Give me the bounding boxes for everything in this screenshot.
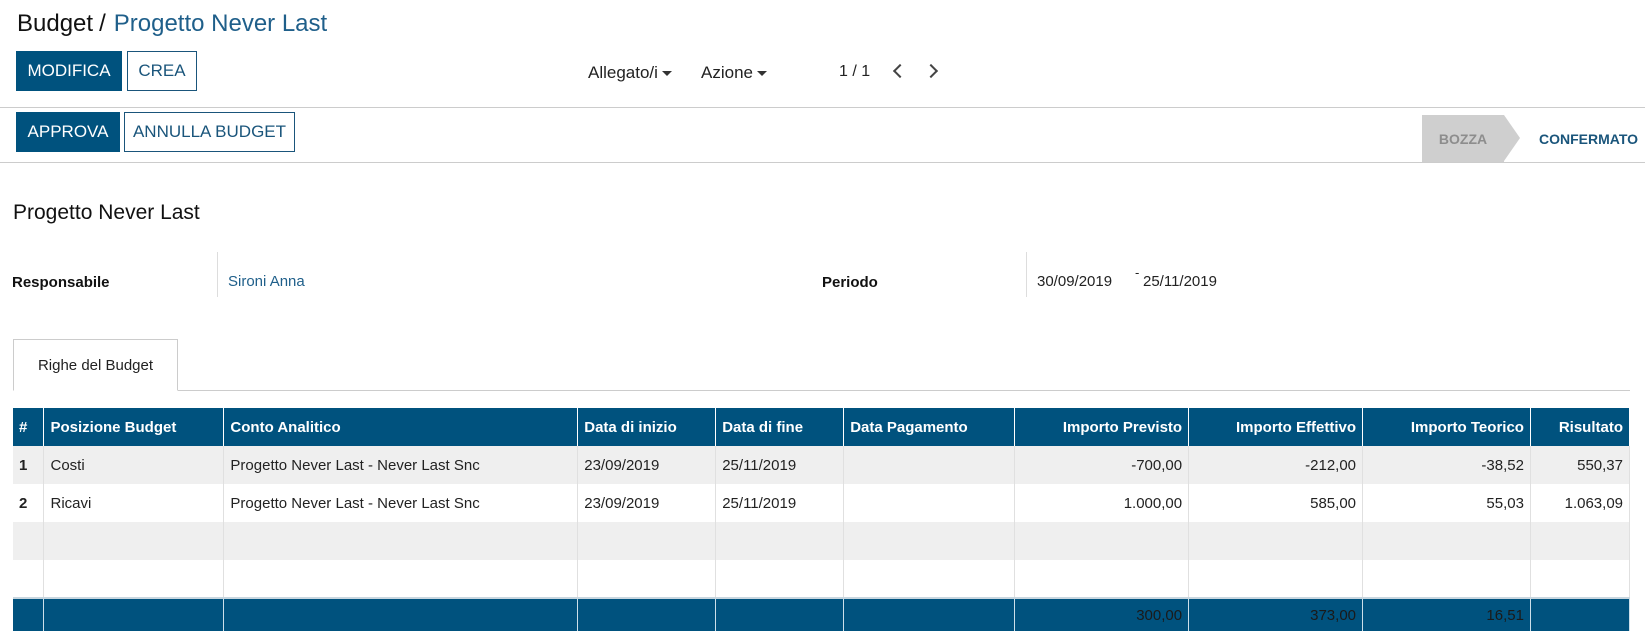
attachments-label: Allegato/i bbox=[588, 63, 658, 82]
total-cell bbox=[577, 597, 717, 631]
breadcrumb-current: Progetto Never Last bbox=[113, 10, 328, 37]
col-header-result[interactable]: Risultato bbox=[1530, 408, 1631, 446]
caret-down-icon bbox=[661, 70, 672, 76]
budget-lines-table: # Posizione Budget Conto Analitico Data … bbox=[13, 408, 1631, 631]
table-empty-row bbox=[13, 522, 1631, 560]
cell-start-date: 23/09/2019 bbox=[577, 484, 717, 522]
total-theoretical-amount: 16,51 bbox=[1362, 597, 1531, 631]
cell-actual-amount: 585,00 bbox=[1188, 484, 1364, 522]
cell-budget-position: Ricavi bbox=[43, 484, 225, 522]
cell-result: 550,37 bbox=[1530, 446, 1631, 484]
col-header-end-date[interactable]: Data di fine bbox=[715, 408, 845, 446]
col-header-planned-amount[interactable]: Importo Previsto bbox=[1014, 408, 1190, 446]
pager-counter[interactable]: 1 / 1 bbox=[839, 63, 870, 81]
cell-analytic-account: Progetto Never Last - Never Last Snc bbox=[223, 484, 579, 522]
table-totals-row: 300,00 373,00 16,51 bbox=[13, 597, 1631, 631]
col-header-payment-date[interactable]: Data Pagamento bbox=[843, 408, 1016, 446]
breadcrumb-root[interactable]: Budget bbox=[17, 10, 93, 37]
cell-budget-position: Costi bbox=[43, 446, 225, 484]
total-cell bbox=[223, 597, 579, 631]
total-result bbox=[1530, 597, 1631, 631]
table-header-row: # Posizione Budget Conto Analitico Data … bbox=[13, 408, 1631, 446]
approve-button[interactable]: APPROVA bbox=[16, 112, 120, 152]
cell-end-date: 25/11/2019 bbox=[715, 484, 845, 522]
cell-analytic-account: Progetto Never Last - Never Last Snc bbox=[223, 446, 579, 484]
cell-start-date: 23/09/2019 bbox=[577, 446, 717, 484]
total-planned-amount: 300,00 bbox=[1014, 597, 1190, 631]
period-start[interactable]: 30/09/2019 bbox=[1037, 273, 1112, 290]
cell-end-date: 25/11/2019 bbox=[715, 446, 845, 484]
period-end[interactable]: 25/11/2019 bbox=[1143, 273, 1217, 290]
col-header-budget-position[interactable]: Posizione Budget bbox=[43, 408, 225, 446]
col-header-analytic-account[interactable]: Conto Analitico bbox=[223, 408, 579, 446]
field-separator bbox=[1026, 252, 1027, 297]
field-separator bbox=[217, 252, 218, 297]
caret-down-icon bbox=[756, 70, 767, 76]
table-row[interactable]: 1 Costi Progetto Never Last - Never Last… bbox=[13, 446, 1631, 484]
action-label: Azione bbox=[701, 63, 753, 82]
total-cell bbox=[43, 597, 225, 631]
cell-index: 1 bbox=[13, 446, 45, 484]
breadcrumb-separator: / bbox=[99, 10, 106, 37]
cell-planned-amount: 1.000,00 bbox=[1014, 484, 1190, 522]
responsible-link[interactable]: Sironi Anna bbox=[228, 273, 305, 290]
period-label: Periodo bbox=[822, 274, 878, 291]
cell-planned-amount: -700,00 bbox=[1014, 446, 1190, 484]
total-cell bbox=[13, 597, 45, 631]
cell-payment-date bbox=[843, 446, 1016, 484]
chevron-left-icon[interactable] bbox=[892, 63, 908, 79]
col-header-theoretical-amount[interactable]: Importo Teorico bbox=[1362, 408, 1531, 446]
attachments-dropdown[interactable]: Allegato/i bbox=[588, 63, 672, 83]
total-cell bbox=[715, 597, 845, 631]
responsible-label: Responsabile bbox=[12, 274, 110, 291]
stage-confirmed[interactable]: CONFERMATO bbox=[1524, 115, 1645, 162]
cancel-budget-button[interactable]: ANNULLA BUDGET bbox=[124, 112, 295, 152]
total-actual-amount: 373,00 bbox=[1188, 597, 1364, 631]
cell-theoretical-amount: 55,03 bbox=[1362, 484, 1531, 522]
divider bbox=[0, 107, 1645, 108]
cell-theoretical-amount: -38,52 bbox=[1362, 446, 1531, 484]
create-button[interactable]: CREA bbox=[127, 51, 197, 91]
stage-draft: BOZZA bbox=[1422, 115, 1520, 162]
edit-button[interactable]: MODIFICA bbox=[16, 51, 122, 91]
period-dash: - bbox=[1135, 265, 1140, 280]
tab-bar bbox=[13, 390, 1630, 391]
col-header-actual-amount[interactable]: Importo Effettivo bbox=[1188, 408, 1364, 446]
col-header-index[interactable]: # bbox=[13, 408, 45, 446]
cell-result: 1.063,09 bbox=[1530, 484, 1631, 522]
col-header-start-date[interactable]: Data di inizio bbox=[577, 408, 717, 446]
cell-actual-amount: -212,00 bbox=[1188, 446, 1364, 484]
breadcrumb: Budget / Progetto Never Last bbox=[17, 10, 327, 38]
table-row[interactable]: 2 Ricavi Progetto Never Last - Never Las… bbox=[13, 484, 1631, 522]
table-empty-row bbox=[13, 560, 1631, 598]
divider bbox=[0, 162, 1645, 163]
tab-budget-lines[interactable]: Righe del Budget bbox=[13, 339, 178, 391]
cell-index: 2 bbox=[13, 484, 45, 522]
cell-payment-date bbox=[843, 484, 1016, 522]
action-dropdown[interactable]: Azione bbox=[701, 63, 767, 83]
total-cell bbox=[843, 597, 1016, 631]
record-title: Progetto Never Last bbox=[13, 201, 200, 224]
chevron-right-icon[interactable] bbox=[923, 63, 939, 79]
